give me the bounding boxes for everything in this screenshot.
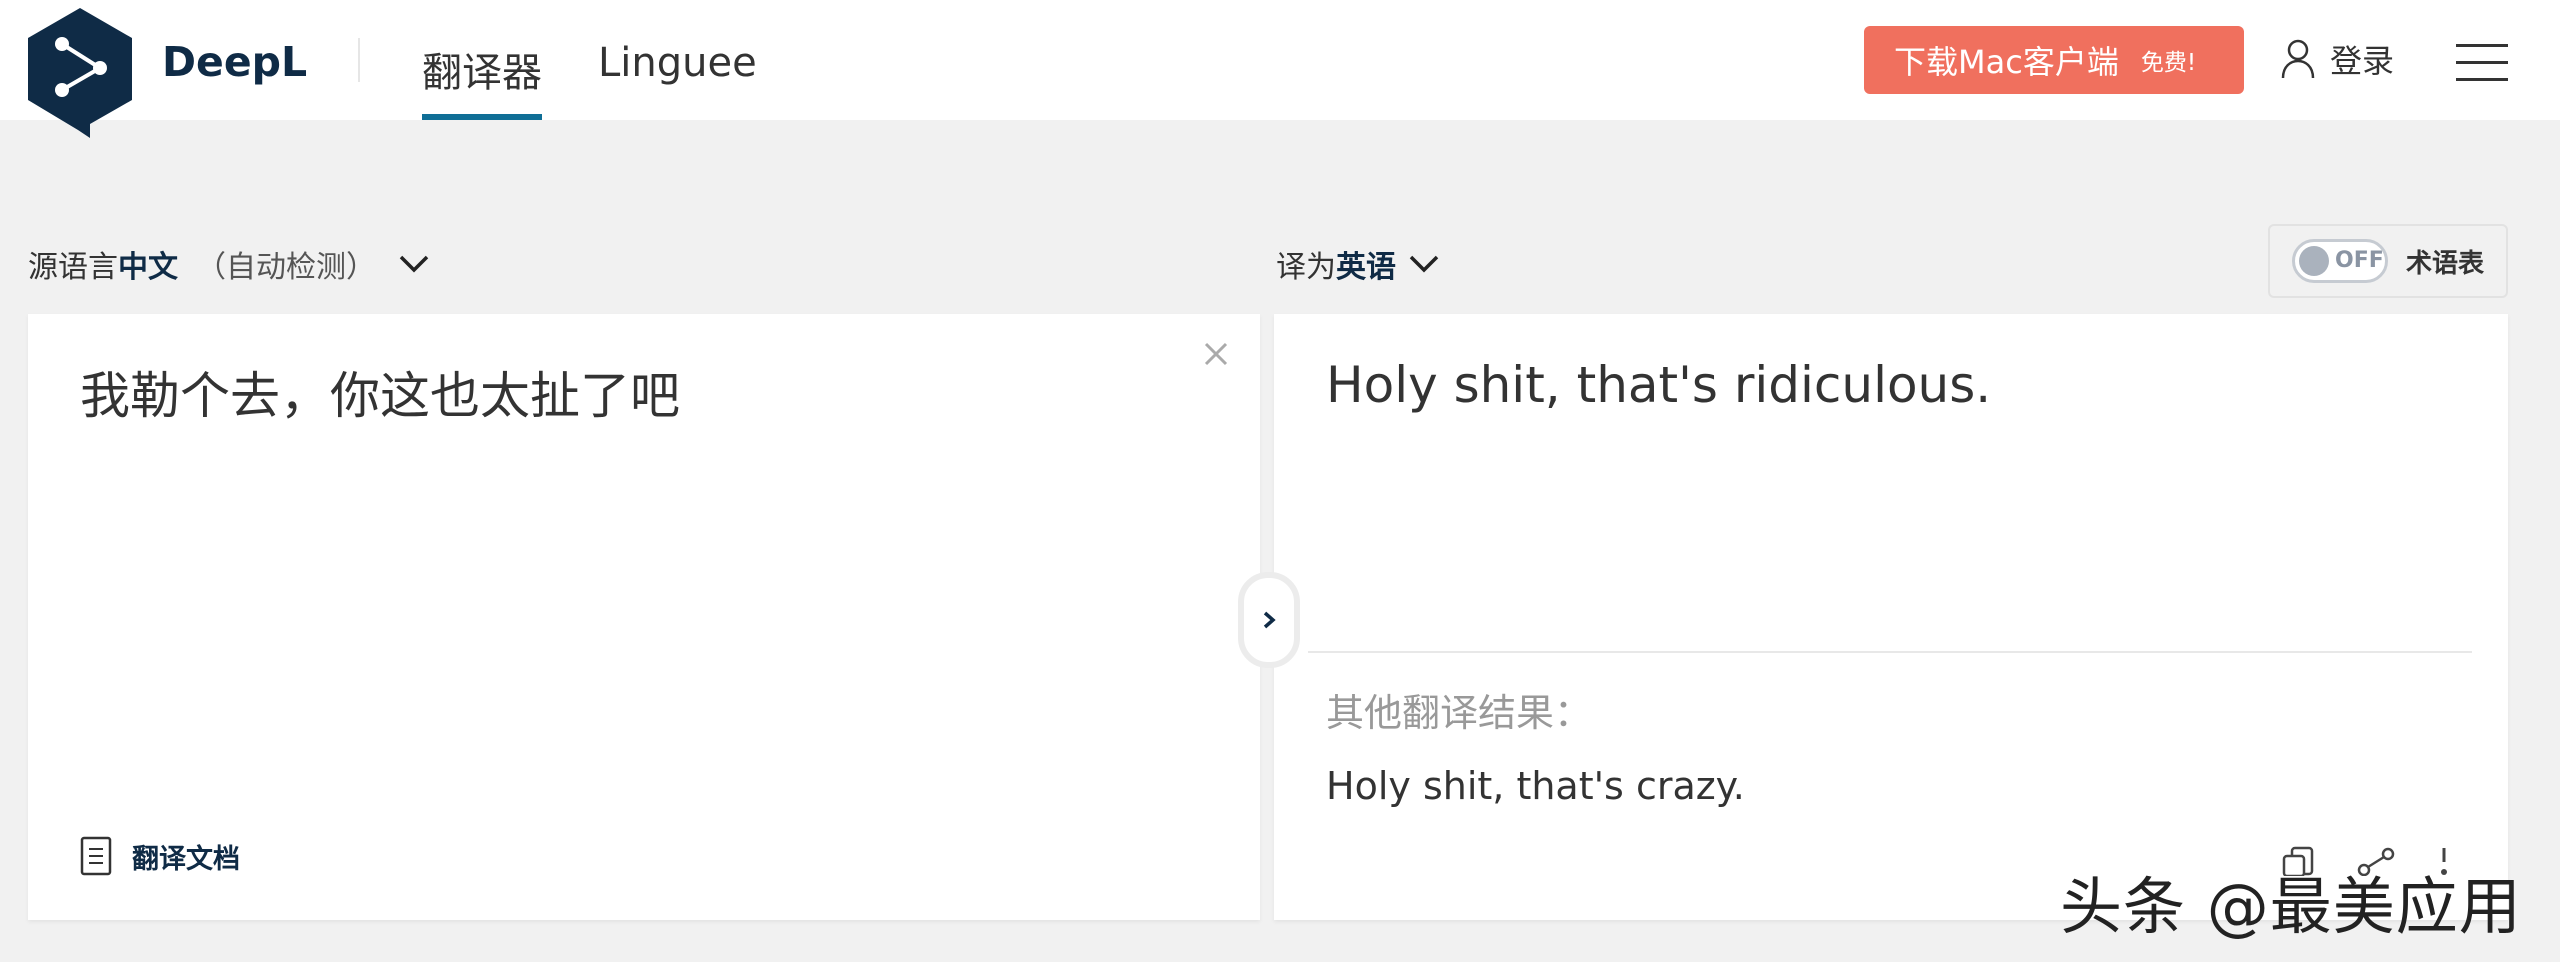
swap-languages-button[interactable]	[1238, 572, 1300, 668]
toggle-state-label: OFF	[2335, 248, 2384, 273]
active-tab-indicator	[422, 114, 542, 120]
login-button[interactable]: 登录	[2280, 36, 2394, 82]
hamburger-menu-icon[interactable]	[2456, 44, 2508, 82]
top-header: DeepL 翻译器 Linguee 下载Mac客户端 免费! 登录	[0, 0, 2560, 138]
alternatives-divider	[1308, 651, 2472, 653]
glossary-control[interactable]: OFF 术语表	[2268, 224, 2508, 298]
source-language-value: 中文	[118, 250, 178, 285]
deepl-logo-icon[interactable]	[28, 8, 132, 138]
source-language-selector[interactable]: 源语言 中文 （自动检测）	[28, 242, 430, 286]
header-divider	[358, 38, 360, 82]
chevron-down-icon	[399, 255, 429, 273]
tab-translator[interactable]: 翻译器	[422, 40, 542, 98]
target-language-prefix: 译为	[1276, 250, 1336, 285]
download-button-label: 下载Mac客户端	[1894, 43, 2119, 81]
alternatives-heading: 其他翻译结果：	[1326, 691, 1593, 735]
chevron-right-icon	[1263, 611, 1276, 629]
chevron-down-icon	[1409, 255, 1439, 273]
glossary-toggle[interactable]: OFF	[2292, 239, 2388, 283]
toggle-knob	[2299, 246, 2329, 276]
target-language-selector[interactable]: 译为 英语	[1276, 242, 1440, 286]
target-language-value: 英语	[1336, 250, 1396, 285]
close-icon[interactable]	[1198, 336, 1234, 372]
source-textarea[interactable]: 我勒个去，你这也太扯了吧	[80, 356, 680, 428]
tab-linguee[interactable]: Linguee	[598, 40, 757, 86]
user-icon	[2281, 39, 2315, 79]
translate-document-label: 翻译文档	[132, 843, 240, 875]
download-button-badge: 免费!	[2140, 50, 2197, 76]
glossary-label: 术语表	[2406, 248, 2485, 279]
source-language-prefix: 源语言	[28, 250, 118, 285]
target-text-panel[interactable]: Holy shit, that's ridiculous. 其他翻译结果： Ho…	[1274, 314, 2508, 920]
watermark: 头条 @最美应用	[2060, 870, 2522, 943]
download-mac-button[interactable]: 下载Mac客户端 免费!	[1864, 26, 2244, 94]
document-icon	[80, 836, 112, 876]
source-text-panel[interactable]: 我勒个去，你这也太扯了吧 翻译文档	[28, 314, 1260, 920]
target-translation[interactable]: Holy shit, that's ridiculous.	[1326, 356, 1991, 414]
alternative-translation[interactable]: Holy shit, that's crazy.	[1326, 764, 1745, 808]
translate-document-button[interactable]: 翻译文档	[80, 836, 240, 876]
brand-name[interactable]: DeepL	[162, 38, 307, 86]
source-auto-detect: （自动检测）	[196, 250, 376, 285]
login-label: 登录	[2330, 42, 2395, 80]
